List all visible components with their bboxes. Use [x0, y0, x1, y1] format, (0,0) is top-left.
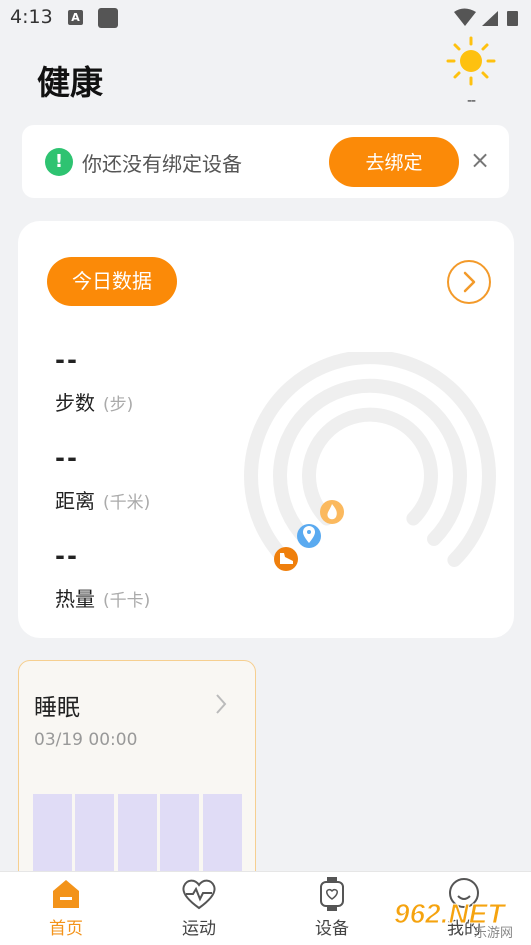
signal-icon: [482, 11, 498, 26]
steps-value: --: [55, 346, 79, 374]
chevron-right-icon[interactable]: [214, 692, 228, 716]
steps-label: 步数: [55, 391, 95, 415]
sleep-bar: [203, 794, 242, 874]
nav-item-home[interactable]: 首页: [26, 876, 106, 940]
page-title: 健康: [37, 63, 103, 102]
nav-label-home: 首页: [49, 919, 83, 939]
svg-text:乐游网: 乐游网: [474, 926, 513, 939]
nav-item-device[interactable]: 设备: [292, 876, 372, 940]
sleep-bar: [75, 794, 114, 874]
nav-label-device: 设备: [315, 919, 349, 939]
chevron-right-circle-icon[interactable]: [447, 260, 491, 304]
alert-icon: !: [45, 148, 73, 176]
wifi-icon: [454, 8, 476, 26]
steps-unit: (步): [103, 395, 134, 415]
sleep-bar: [160, 794, 199, 874]
status-time: 4:13: [10, 6, 53, 28]
calorie-flame-icon: [320, 500, 344, 524]
close-icon[interactable]: ×: [467, 146, 493, 174]
calories-label: 热量: [55, 587, 95, 611]
heart-pulse-icon: [182, 879, 216, 910]
nav-label-sport: 运动: [182, 919, 216, 939]
watch-icon: [320, 877, 344, 911]
sleep-bar: [33, 794, 72, 874]
calories-label-row: 热量 (千卡): [55, 583, 150, 612]
location-pin-icon: [297, 524, 321, 548]
notification-a-icon: A: [68, 10, 83, 25]
nav-item-sport[interactable]: 运动: [159, 876, 239, 940]
battery-icon: [507, 11, 518, 26]
sleep-title: 睡眠: [34, 695, 80, 721]
activity-rings: [244, 352, 496, 571]
sleep-date: 03/19 00:00: [34, 730, 138, 750]
distance-value: --: [55, 444, 79, 472]
bind-device-message: 你还没有绑定设备: [82, 152, 242, 176]
steps-label-row: 步数 (步): [55, 387, 133, 416]
home-icon: [53, 880, 79, 908]
calories-unit: (千卡): [103, 591, 151, 611]
distance-label-row: 距离 (千米): [55, 485, 150, 514]
bind-device-button[interactable]: 去绑定: [329, 137, 459, 187]
shoe-icon: [274, 547, 298, 571]
distance-unit: (千米): [103, 493, 151, 513]
sun-icon[interactable]: [446, 36, 496, 86]
status-icons: [454, 8, 518, 26]
svg-text:962.NET: 962.NET: [394, 898, 507, 929]
today-data-tab[interactable]: 今日数据: [47, 257, 177, 306]
calories-value: --: [55, 542, 79, 570]
notification-app-icon: [98, 8, 118, 28]
watermark-logo: 962.NET 乐游网: [394, 898, 514, 940]
distance-label: 距离: [55, 489, 95, 513]
sleep-bar: [118, 794, 157, 874]
weather-value: --: [466, 93, 476, 109]
